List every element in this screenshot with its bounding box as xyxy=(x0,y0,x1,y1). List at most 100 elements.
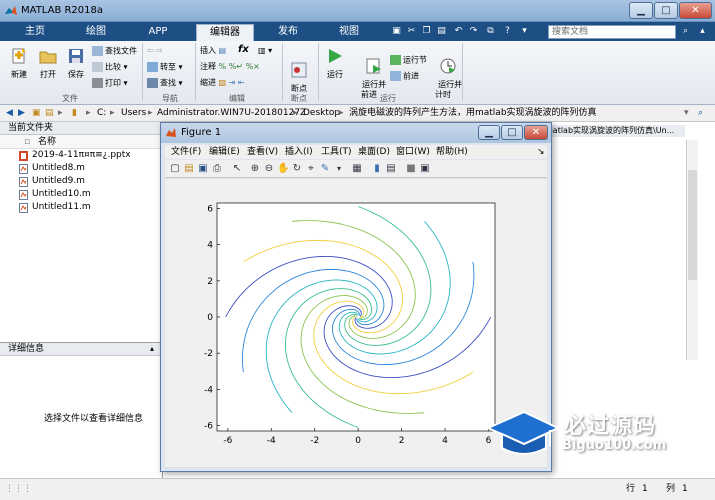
colorbar-icon[interactable]: ▮ xyxy=(371,163,383,175)
pan-icon[interactable]: ✋ xyxy=(277,163,289,175)
advance-button[interactable]: 前进 xyxy=(390,71,419,82)
m-file-icon xyxy=(19,177,28,187)
file-list-item[interactable]: Untitled8.m xyxy=(0,162,162,175)
print-figure-icon[interactable]: ⎙ xyxy=(211,163,223,175)
search-icon[interactable]: ⌕ xyxy=(679,25,692,38)
path-segment-users[interactable]: Users xyxy=(121,105,146,121)
run-and-time-button[interactable]: 运行并 计时 xyxy=(428,47,462,110)
name-column-header[interactable]: ▫ 名称 xyxy=(0,135,162,149)
breakpoints-button[interactable]: 断点 xyxy=(287,61,311,94)
tab-view[interactable]: 视图 xyxy=(325,24,373,41)
insert-button[interactable]: 插入 ▤ xyxy=(200,46,226,56)
menu-file[interactable]: 文件(F) xyxy=(171,145,201,159)
maximize-button[interactable]: □ xyxy=(654,2,678,19)
compare-button[interactable]: 比较 ▾ xyxy=(92,62,128,73)
path-segment-drive[interactable]: C: xyxy=(97,105,106,121)
figure-title-bar[interactable]: Figure 1 ▁ □ ✕ xyxy=(161,123,551,143)
menu-dock-icon[interactable]: ↘ xyxy=(537,145,545,159)
rotate-3d-icon[interactable]: ↻ xyxy=(291,163,303,175)
menu-desktop[interactable]: 桌面(D) xyxy=(358,145,390,159)
tab-plots[interactable]: 绘图 xyxy=(73,24,119,41)
switch-windows-icon[interactable]: ⧉ xyxy=(484,25,497,38)
indent-button[interactable]: 缩进 ▧ ⇥ ⇤ xyxy=(200,78,245,88)
show-plot-tools-icon[interactable]: ▣ xyxy=(419,163,431,175)
back-arrow-icon[interactable]: ◀ xyxy=(6,105,13,121)
brush-icon[interactable]: ✎ xyxy=(319,163,331,175)
figure-minimize-button[interactable]: ▁ xyxy=(478,125,500,140)
details-expand-icon[interactable]: ▴ xyxy=(150,344,154,353)
open-file-icon[interactable]: ▤ xyxy=(183,163,195,175)
run-section-button[interactable]: 运行节 xyxy=(390,55,427,66)
forward-arrow-icon[interactable]: ▶ xyxy=(18,105,25,121)
tab-editor[interactable]: 编辑器 xyxy=(196,24,254,41)
path-segment-user[interactable]: Administrator.WIN7U-20180127Z xyxy=(157,105,306,121)
save-figure-icon[interactable]: ▣ xyxy=(197,163,209,175)
menu-view[interactable]: 查看(V) xyxy=(247,145,278,159)
new-figure-icon[interactable]: ▢ xyxy=(169,163,181,175)
path-history-dropdown-icon[interactable]: ▾ xyxy=(684,105,689,121)
path-segment-folder[interactable]: 涡旋电磁波的阵列产生方法，用matlab实现涡旋波的阵列仿真 xyxy=(349,105,597,121)
paste-quick-icon[interactable]: ▤ xyxy=(435,25,448,38)
search-input[interactable]: 搜索文档 xyxy=(548,25,676,39)
file-list-item[interactable]: Untitled9.m xyxy=(0,175,162,188)
zoom-in-icon[interactable]: ⊕ xyxy=(249,163,261,175)
figure-maximize-button[interactable]: □ xyxy=(501,125,523,140)
file-list-item[interactable]: Untitled10.m xyxy=(0,188,162,201)
insert-section-icon[interactable]: ▥ ▾ xyxy=(258,46,272,56)
path-segment-desktop[interactable]: Desktop xyxy=(303,105,340,121)
cut-quick-icon[interactable]: ✂ xyxy=(405,25,418,38)
menu-edit[interactable]: 编辑(E) xyxy=(209,145,240,159)
link-plot-icon[interactable]: ▦ xyxy=(351,163,363,175)
find-button[interactable]: 查找 ▾ xyxy=(147,78,183,89)
edit-plot-icon[interactable]: ↖ xyxy=(231,163,243,175)
print-button[interactable]: 打印 ▾ xyxy=(92,78,128,89)
redo-quick-icon[interactable]: ↷ xyxy=(467,25,480,38)
save-button[interactable]: 保存 xyxy=(63,47,89,80)
copy-quick-icon[interactable]: ❐ xyxy=(420,25,433,38)
fx-button[interactable]: fx xyxy=(238,45,249,55)
figure-title: Figure 1 xyxy=(181,127,222,138)
menu-insert[interactable]: 插入(I) xyxy=(285,145,313,159)
help-dropdown-icon[interactable]: ▾ xyxy=(518,25,531,38)
scrollbar-thumb[interactable] xyxy=(688,170,697,280)
nav-back-forward[interactable]: ⇦ ⇨ xyxy=(147,46,163,56)
file-list-item[interactable]: 2019-4-11π¤π≡¿.pptx xyxy=(0,149,162,162)
zoom-out-icon[interactable]: ⊖ xyxy=(263,163,275,175)
window-title: MATLAB R2018a xyxy=(21,5,104,16)
menu-window[interactable]: 窗口(W) xyxy=(396,145,430,159)
close-button[interactable]: ✕ xyxy=(679,2,712,19)
new-button[interactable]: 新建 xyxy=(6,47,32,80)
menu-tools[interactable]: 工具(T) xyxy=(321,145,352,159)
minimize-button[interactable]: ▁ xyxy=(629,2,653,19)
path-search-icon[interactable]: ⌕ xyxy=(698,105,703,121)
help-quick-icon[interactable]: ? xyxy=(501,25,514,38)
vertical-scrollbar[interactable] xyxy=(686,140,698,360)
run-button[interactable]: 运行 xyxy=(322,47,348,80)
hide-plot-tools-icon[interactable]: ■ xyxy=(405,163,417,175)
undo-quick-icon[interactable]: ↶ xyxy=(452,25,465,38)
comment-button[interactable]: 注释 % %↵ %× xyxy=(200,62,260,72)
find-files-icon xyxy=(92,46,103,56)
tab-apps[interactable]: APP xyxy=(135,24,181,41)
tab-publish[interactable]: 发布 xyxy=(264,24,312,41)
brush-dropdown-icon[interactable]: ▾ xyxy=(333,163,345,175)
m-file-icon xyxy=(19,203,28,213)
goto-button[interactable]: 转至 ▾ xyxy=(147,62,183,73)
browse-folder-icon[interactable]: ▤ xyxy=(45,105,54,121)
find-files-button[interactable]: 查找文件 xyxy=(92,46,137,57)
run-label: 运行 xyxy=(327,70,343,79)
open-button[interactable]: 打开 xyxy=(35,47,61,80)
up-folder-icon[interactable]: ▣ xyxy=(32,105,41,121)
address-bar[interactable]: ◀ ▶ ▣ ▤ ▸ ▮ ▸ C: ▸ Users ▸ Administrator… xyxy=(0,105,715,122)
editor-tab-title[interactable]: matlab实现涡旋波的阵列仿真\Un... xyxy=(545,125,685,137)
tab-home[interactable]: 主页 xyxy=(12,24,58,41)
figure-close-button[interactable]: ✕ xyxy=(524,125,548,140)
ribbon-collapse-icon[interactable]: ▴ xyxy=(696,25,709,38)
data-cursor-icon[interactable]: ⌖ xyxy=(305,163,317,175)
compare-label: 比较 xyxy=(105,62,121,72)
path-dropdown-icon[interactable]: ▸ xyxy=(58,105,63,121)
save-quick-icon[interactable]: ▣ xyxy=(390,25,403,38)
menu-help[interactable]: 帮助(H) xyxy=(436,145,468,159)
legend-icon[interactable]: ▤ xyxy=(385,163,397,175)
file-list-item[interactable]: Untitled11.m xyxy=(0,201,162,214)
